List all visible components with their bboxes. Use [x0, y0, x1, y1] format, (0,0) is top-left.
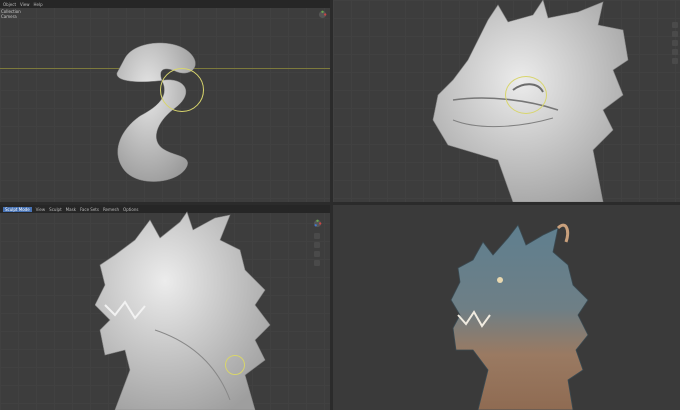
brush-cursor: [160, 68, 204, 112]
render-preview: [333, 205, 680, 410]
dragon-bust-painted-render: [450, 223, 589, 410]
outliner-item-camera[interactable]: Camera: [1, 14, 21, 19]
header-menu-mask[interactable]: Mask: [66, 207, 76, 212]
grab-hand-icon[interactable]: [314, 233, 320, 239]
axis-gizmo-icon[interactable]: [672, 22, 678, 28]
navigation-toolbar: [314, 233, 320, 266]
viewport-header: Object View Help: [0, 0, 330, 8]
header-menu-sculpt[interactable]: Sculpt: [49, 207, 62, 212]
navigation-toolbar: [672, 22, 678, 64]
grid-icon[interactable]: [672, 58, 678, 64]
brush-cursor: [505, 76, 547, 114]
viewport-top-left[interactable]: Object View Help Collection Camera: [0, 0, 330, 202]
clay-blob-mesh[interactable]: [105, 38, 215, 188]
brush-cursor: [225, 355, 245, 375]
header-menu-view[interactable]: View: [36, 207, 46, 212]
camera-icon[interactable]: [314, 251, 320, 257]
viewport-bottom-left[interactable]: Sculpt Mode View Sculpt Mask Face Sets R…: [0, 205, 330, 410]
header-menu-object[interactable]: Object: [3, 2, 16, 7]
header-menu-help[interactable]: Help: [34, 2, 43, 7]
grid-icon[interactable]: [314, 260, 320, 266]
header-menu-view[interactable]: View: [20, 2, 30, 7]
grab-hand-icon[interactable]: [672, 31, 678, 37]
camera-icon[interactable]: [672, 49, 678, 55]
axis-gizmo-icon[interactable]: [313, 219, 322, 228]
dragon-bust-clay-mesh[interactable]: [95, 210, 280, 410]
axis-gizmo-icon[interactable]: [318, 10, 327, 19]
outliner: Collection Camera: [1, 9, 21, 19]
zoom-icon[interactable]: [672, 40, 678, 46]
zoom-icon[interactable]: [314, 242, 320, 248]
mode-selector[interactable]: Sculpt Mode: [3, 206, 32, 212]
viewport-top-right[interactable]: [333, 0, 680, 202]
